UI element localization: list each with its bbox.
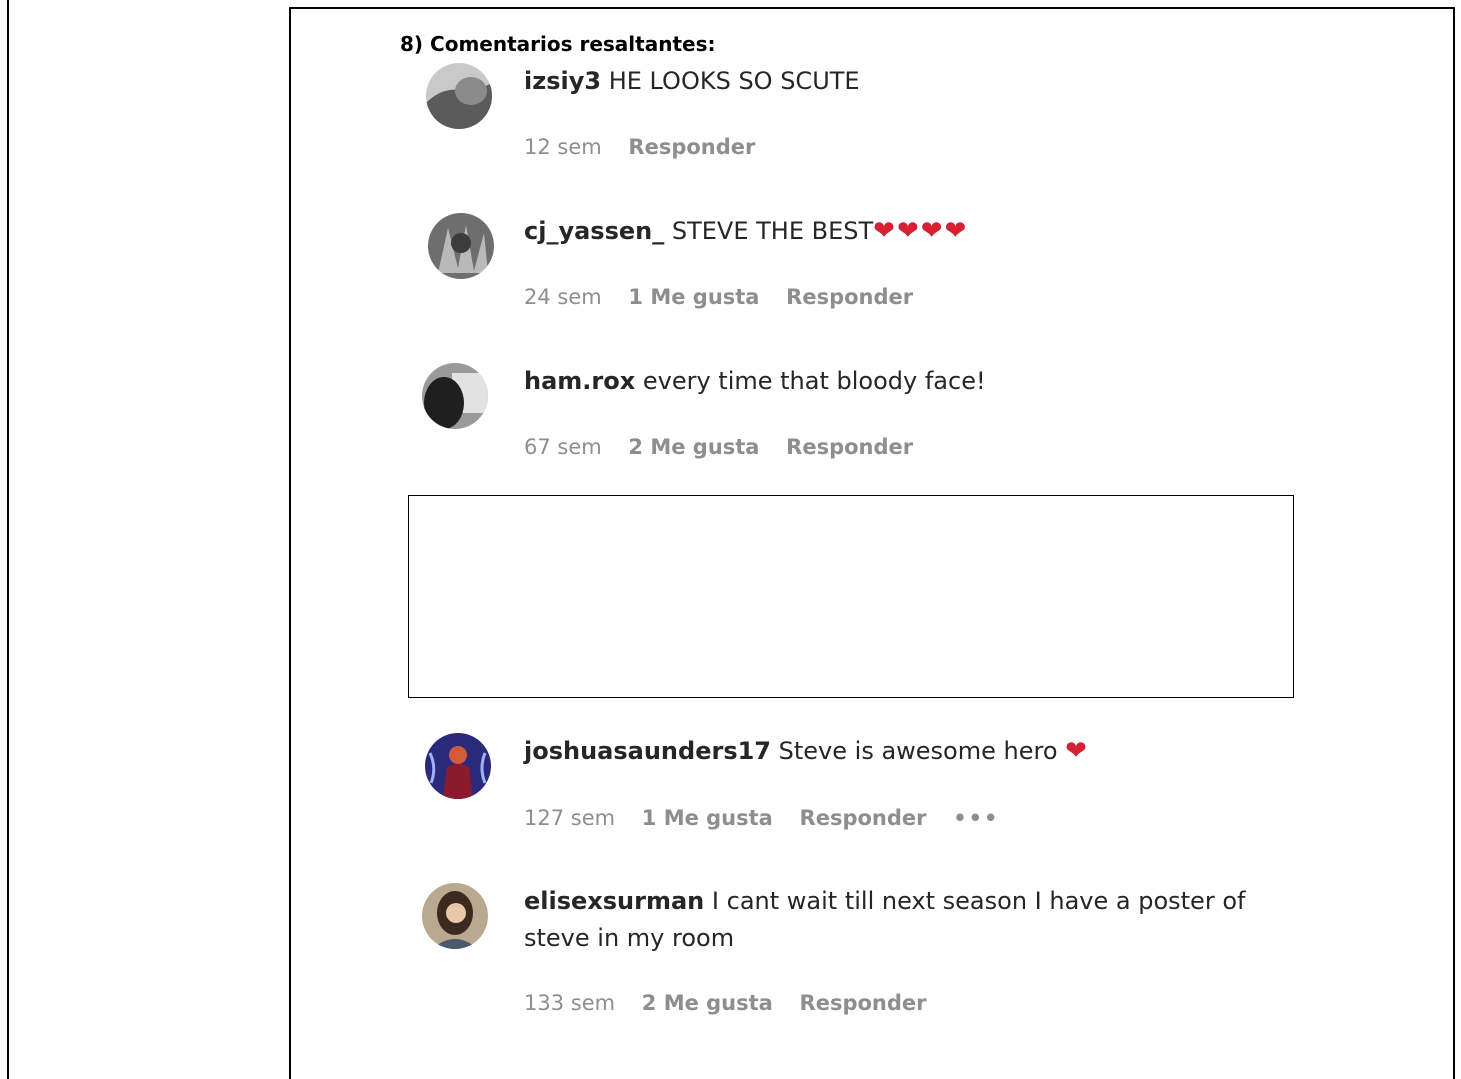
reply-button[interactable]: Responder [786,285,913,309]
likes-count[interactable]: 1 Me gusta [642,806,773,830]
comment-meta: 127 sem 1 Me gusta Responder ••• [524,806,1019,830]
table-border-left [289,8,291,1079]
comment-message: every time that bloody face! [642,367,986,395]
comment-meta: 24 sem 1 Me gusta Responder [524,285,933,309]
heart-icon: ❤❤❤❤ [873,216,969,246]
redacted-box [408,495,1294,698]
comment-message: Steve is awesome hero [778,737,1058,765]
comment-text: joshuasaunders17 Steve is awesome hero ❤ [524,733,1264,770]
reply-button[interactable]: Responder [628,135,755,159]
comment-time[interactable]: 133 sem [524,991,615,1015]
comment-meta: 133 sem 2 Me gusta Responder [524,991,947,1015]
comment-text: cj_yassen_ STEVE THE BEST❤❤❤❤ [524,213,1264,250]
comment-time[interactable]: 24 sem [524,285,602,309]
avatar[interactable] [422,883,488,949]
likes-count[interactable]: 2 Me gusta [628,435,759,459]
reply-button[interactable]: Responder [800,991,927,1015]
avatar[interactable] [422,363,488,429]
comment-username[interactable]: izsiy3 [524,67,601,95]
table-border-right [1453,8,1455,1079]
section-title: 8) Comentarios resaltantes: [400,32,716,56]
comment-time[interactable]: 67 sem [524,435,602,459]
avatar[interactable] [428,213,494,279]
comment-meta: 12 sem Responder [524,135,775,159]
more-options-icon[interactable]: ••• [953,806,999,830]
reply-button[interactable]: Responder [786,435,913,459]
likes-count[interactable]: 2 Me gusta [642,991,773,1015]
comment-meta: 67 sem 2 Me gusta Responder [524,435,933,459]
comment-username[interactable]: cj_yassen_ [524,217,664,245]
avatar[interactable] [425,733,491,799]
comment-text: ham.rox every time that bloody face! [524,363,1264,400]
comment-text: izsiy3 HE LOOKS SO SCUTE [524,63,1264,100]
likes-count[interactable]: 1 Me gusta [628,285,759,309]
reply-button[interactable]: Responder [800,806,927,830]
comment-username[interactable]: joshuasaunders17 [524,737,771,765]
comment-username[interactable]: elisexsurman [524,887,704,915]
comment-message: HE LOOKS SO SCUTE [608,67,860,95]
comment-text: elisexsurman I cant wait till next seaso… [524,883,1264,957]
table-border-top [289,7,1455,9]
avatar[interactable] [426,63,492,129]
page-border-left [7,0,9,1079]
comment-message: STEVE THE BEST [671,217,874,245]
comment-username[interactable]: ham.rox [524,367,635,395]
comment-time[interactable]: 127 sem [524,806,615,830]
heart-icon: ❤ [1065,736,1089,766]
comment-time[interactable]: 12 sem [524,135,602,159]
